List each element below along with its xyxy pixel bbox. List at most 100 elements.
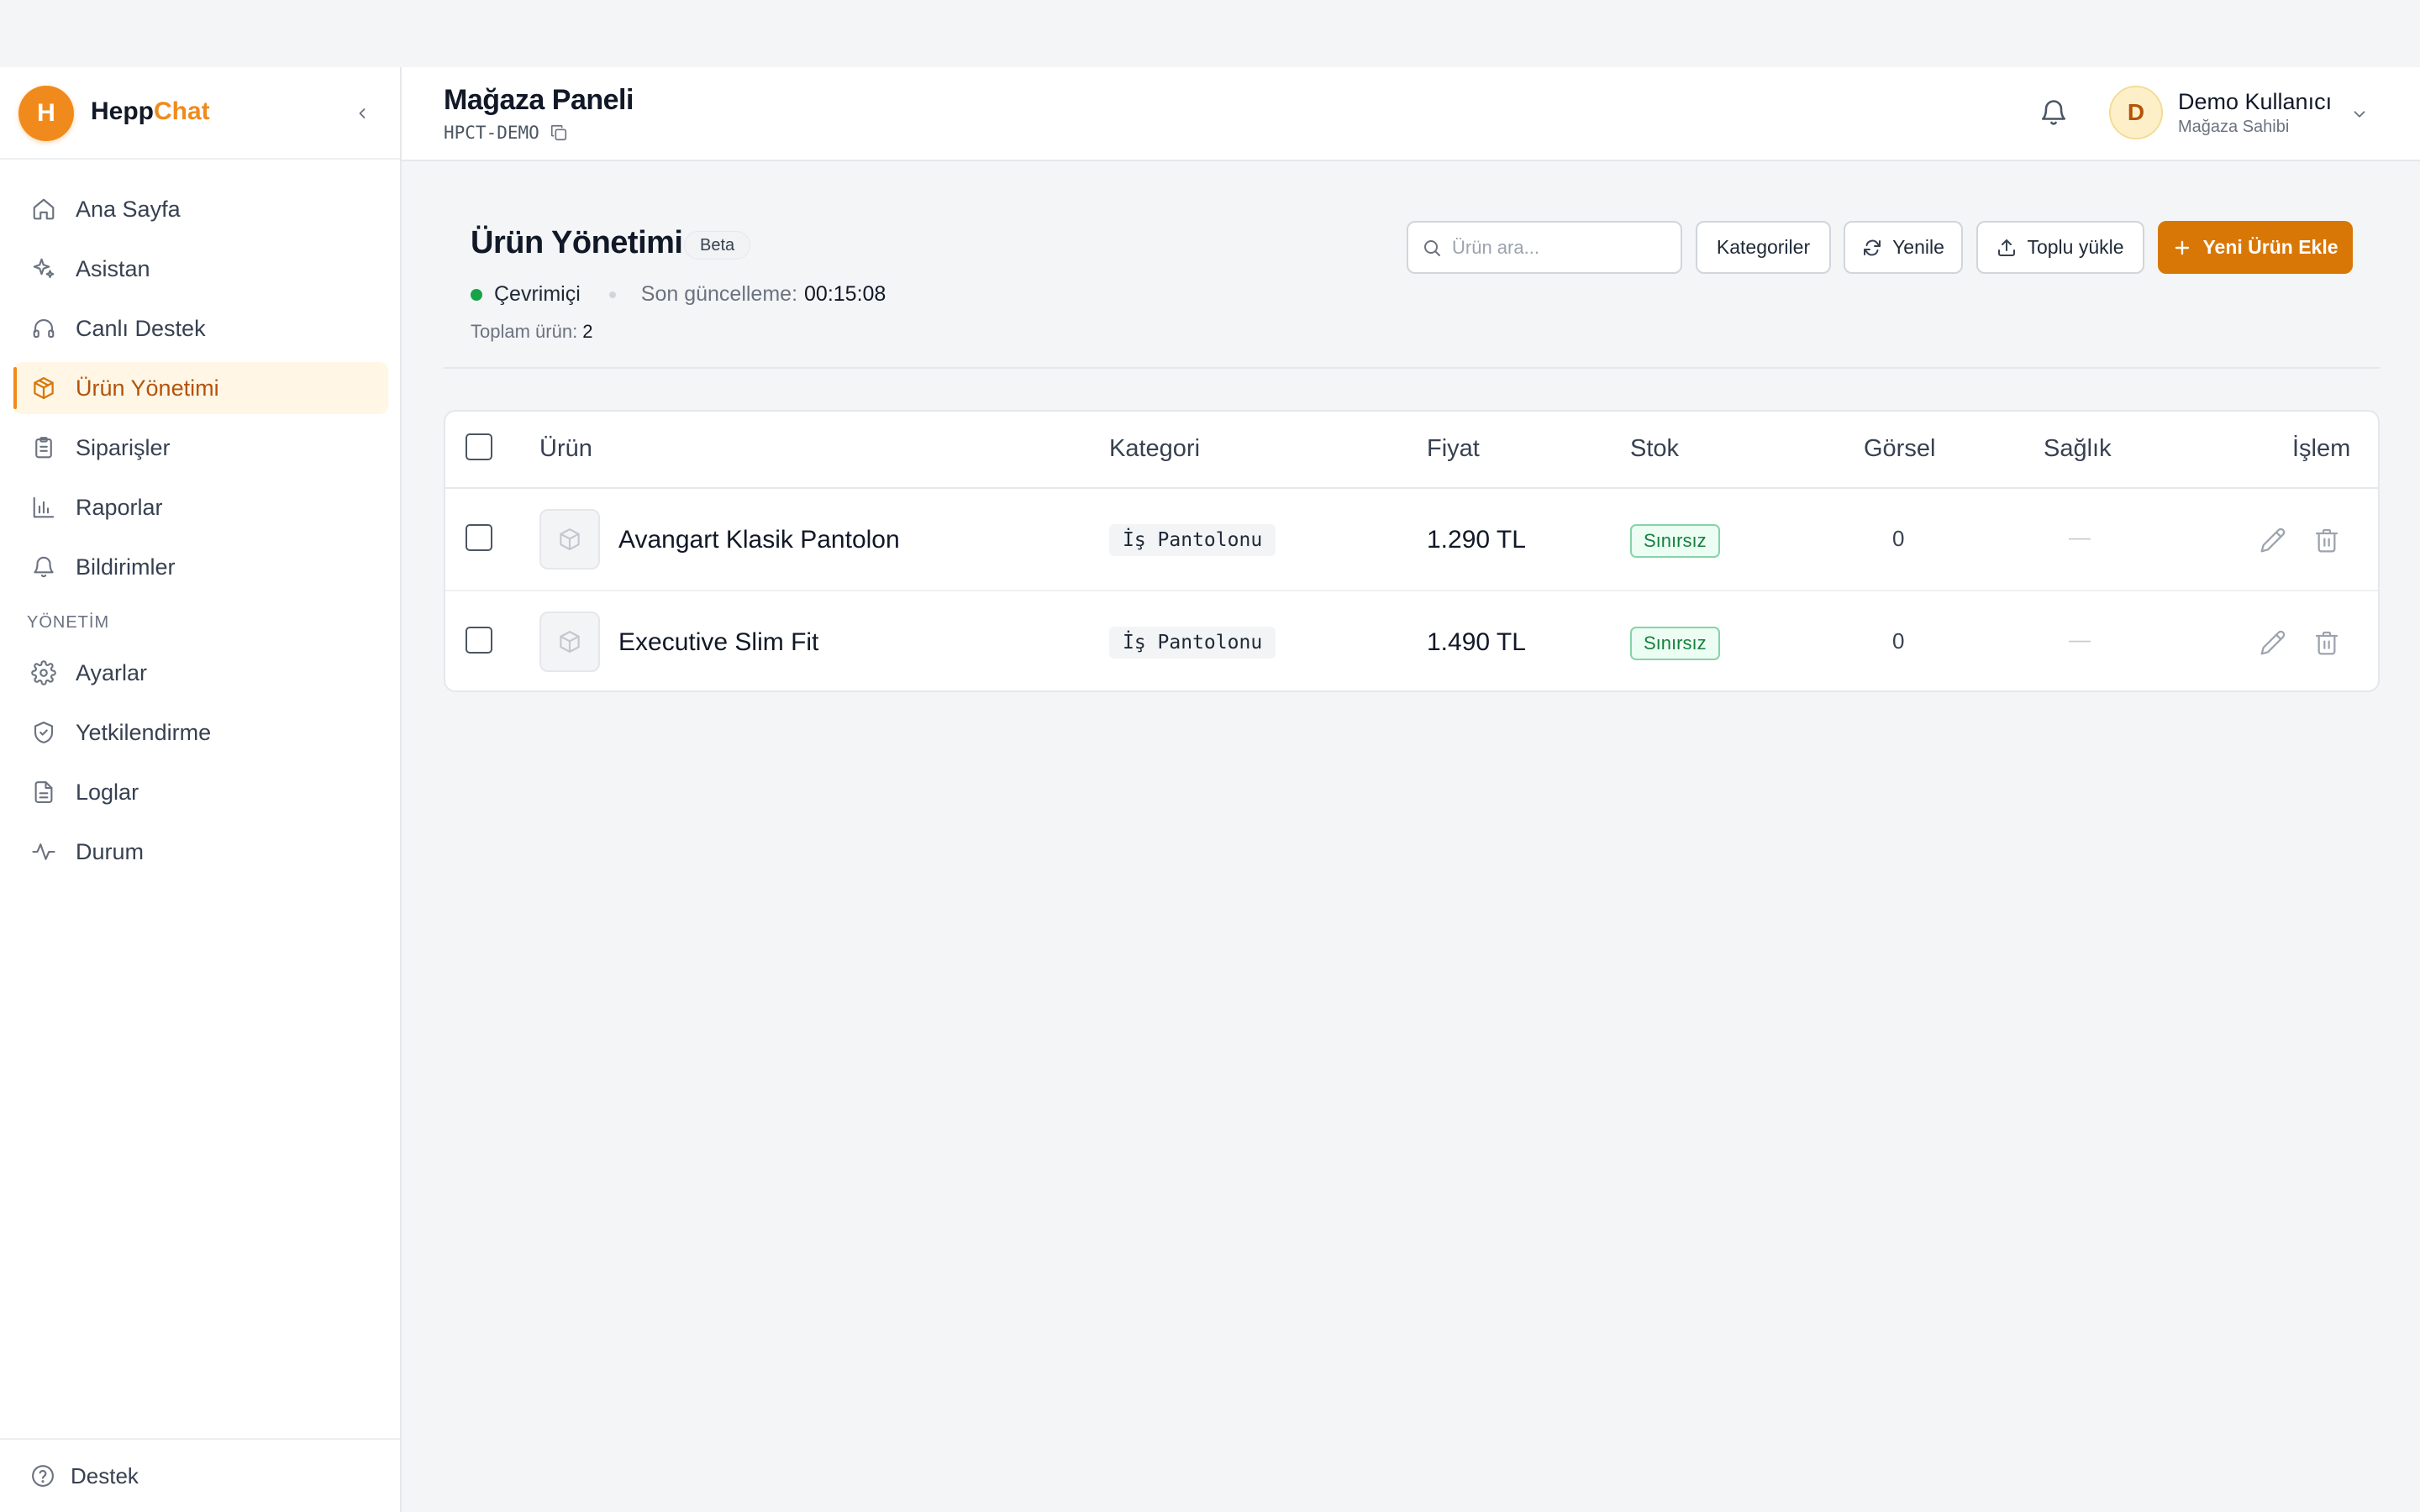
row-checkbox[interactable] [466, 627, 492, 654]
sidebar-item-label: Bildirimler [76, 554, 176, 580]
file-text-icon [30, 779, 57, 806]
total-products: Toplam ürün: 2 [471, 321, 592, 343]
health-value: — [2069, 524, 2091, 549]
sidebar-item-label: Canlı Destek [76, 315, 206, 341]
column-header-health[interactable]: Sağlık [2044, 435, 2112, 463]
sidebar-item-label: Loglar [76, 779, 139, 805]
bulk-upload-button[interactable]: Toplu yükle [1976, 221, 2144, 274]
status-line: Çevrimiçi Son güncelleme: 00:15:08 [471, 282, 886, 307]
add-product-button[interactable]: Yeni Ürün Ekle [2158, 221, 2353, 274]
add-product-button-label: Yeni Ürün Ekle [2202, 236, 2338, 258]
user-role: Mağaza Sahibi [2178, 118, 2290, 136]
health-value: — [2069, 627, 2091, 652]
sidebar-item-label: Asistan [76, 255, 150, 281]
sidebar-item-yetkilendirme[interactable]: Yetkilendirme [13, 706, 388, 759]
clipboard-icon [30, 434, 57, 461]
sidebar-item-loglar[interactable]: Loglar [13, 766, 388, 818]
user-menu-toggle[interactable] [2348, 102, 2371, 126]
sidebar: H HeppChat Ana Sayfa Asistan Canlı Deste… [0, 67, 402, 1512]
shield-icon [30, 719, 57, 746]
category-tag: İş Pantolonu [1109, 524, 1276, 556]
last-update-label: Son güncelleme: [640, 282, 798, 306]
category-tag: İş Pantolonu [1109, 627, 1276, 659]
package-icon [560, 528, 580, 550]
categories-button[interactable]: Kategoriler [1696, 221, 1831, 274]
table-row[interactable]: Avangart Klasik Pantolon İş Pantolonu 1.… [445, 489, 2378, 591]
column-header-category[interactable]: Kategori [1109, 435, 1200, 463]
collapse-sidebar-button[interactable] [348, 99, 376, 128]
product-thumbnail [539, 612, 600, 672]
avatar[interactable]: D [2109, 86, 2163, 139]
image-count: 0 [1892, 526, 1905, 551]
column-header-image[interactable]: Görsel [1864, 435, 1935, 463]
brand-name-part2: Chat [154, 97, 210, 125]
brand-name[interactable]: HeppChat [91, 97, 210, 126]
bell-icon [30, 554, 57, 580]
store-code: HPCT-DEMO [444, 123, 568, 143]
gear-icon [30, 659, 57, 686]
row-checkbox[interactable] [466, 524, 492, 551]
search-input[interactable] [1452, 236, 1662, 259]
brand-logo[interactable]: H [18, 86, 74, 141]
pencil-icon [2260, 630, 2286, 655]
sidebar-item-label: Ayarlar [76, 659, 148, 685]
sidebar-item-label: Durum [76, 838, 145, 864]
select-all-checkbox[interactable] [466, 433, 492, 460]
beta-badge: Beta [684, 231, 751, 260]
bar-chart-icon [30, 494, 57, 521]
sidebar-item-urun-yonetimi[interactable]: Ürün Yönetimi [13, 362, 388, 414]
plus-icon [2172, 238, 2192, 258]
sidebar-item-raporlar[interactable]: Raporlar [13, 481, 388, 533]
product-name[interactable]: Executive Slim Fit [618, 628, 818, 657]
edit-button[interactable] [2257, 627, 2289, 659]
trash-icon [2315, 528, 2338, 553]
total-products-count: 2 [582, 321, 593, 342]
sidebar-item-label: Siparişler [76, 434, 171, 460]
table-row[interactable]: Executive Slim Fit İş Pantolonu 1.490 TL… [445, 591, 2378, 690]
delete-button[interactable] [2311, 524, 2343, 556]
sidebar-item-ana-sayfa[interactable]: Ana Sayfa [13, 183, 388, 235]
sidebar-item-canli-destek[interactable]: Canlı Destek [13, 302, 388, 354]
sidebar-item-label: Yetkilendirme [76, 719, 212, 745]
table-header: Ürün Kategori Fiyat Stok Görsel Sağlık İ… [445, 412, 2378, 489]
products-table: Ürün Kategori Fiyat Stok Görsel Sağlık İ… [444, 410, 2380, 692]
column-header-stock[interactable]: Stok [1630, 435, 1679, 463]
online-status-text: Çevrimiçi [494, 282, 581, 306]
sidebar-item-durum[interactable]: Durum [13, 826, 388, 878]
bell-icon [2041, 100, 2066, 125]
notifications-button[interactable] [2037, 96, 2070, 129]
last-update-time: 00:15:08 [804, 282, 886, 306]
product-search[interactable] [1407, 221, 1682, 274]
stock-badge: Sınırsız [1630, 524, 1720, 558]
sidebar-nav: Ana Sayfa Asistan Canlı Destek Ürün Yöne… [13, 183, 388, 885]
categories-button-label: Kategoriler [1716, 236, 1811, 258]
sidebar-item-ayarlar[interactable]: Ayarlar [13, 647, 388, 699]
sidebar-item-siparisler[interactable]: Siparişler [13, 422, 388, 474]
refresh-icon [1862, 238, 1882, 258]
search-icon [1424, 239, 1440, 256]
brand-name-part1: Hepp [91, 97, 154, 125]
column-header-action: İşlem [2292, 435, 2351, 462]
sidebar-item-asistan[interactable]: Asistan [13, 243, 388, 295]
delete-button[interactable] [2311, 627, 2343, 659]
online-status-dot [471, 288, 482, 301]
refresh-button-label: Yenile [1892, 236, 1944, 258]
product-name[interactable]: Avangart Klasik Pantolon [618, 526, 900, 554]
section-divider [444, 367, 2380, 369]
copy-icon[interactable] [550, 123, 568, 142]
product-price: 1.290 TL [1427, 526, 1526, 554]
sidebar-item-destek[interactable]: Destek [0, 1438, 400, 1512]
store-panel-title: Mağaza Paneli [444, 84, 634, 116]
column-header-price[interactable]: Fiyat [1427, 435, 1480, 463]
activity-icon [30, 838, 57, 865]
edit-button[interactable] [2257, 524, 2289, 556]
product-thumbnail [539, 509, 600, 570]
chevron-down-icon [2354, 111, 2365, 118]
package-icon [560, 631, 580, 653]
column-header-product[interactable]: Ürün [539, 435, 592, 463]
home-icon [30, 196, 57, 223]
trash-icon [2315, 631, 2338, 655]
user-name[interactable]: Demo Kullanıcı [2178, 89, 2332, 115]
sidebar-item-bildirimler[interactable]: Bildirimler [13, 541, 388, 593]
refresh-button[interactable]: Yenile [1844, 221, 1963, 274]
